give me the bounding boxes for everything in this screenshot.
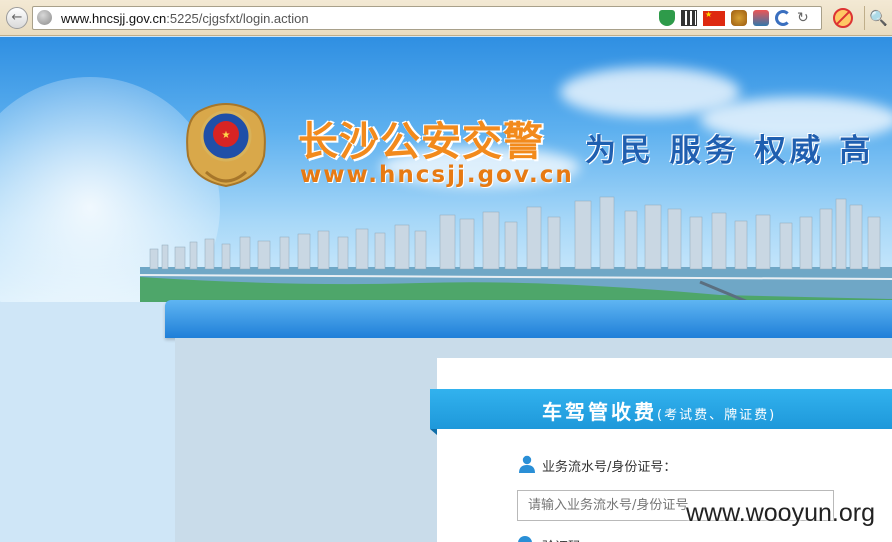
panel-title: 车驾管收费(考试费、牌证费): [542, 396, 776, 425]
panel-subtitle: (考试费、牌证费): [657, 408, 777, 423]
back-icon[interactable]: ←: [6, 7, 28, 29]
police-emblem: ★: [186, 102, 266, 188]
search-icon[interactable]: 🔍: [864, 6, 892, 30]
svg-text:★: ★: [222, 130, 231, 141]
reload-icon[interactable]: ↻: [797, 10, 813, 26]
globe-icon: [37, 10, 52, 25]
watermark: www.wooyun.org: [686, 499, 875, 527]
browser-toolbar: ← www.hncsjj.gov.cn:5225/cjgsfxt/login.a…: [0, 0, 892, 36]
address-bar-icons: ↻: [659, 10, 813, 26]
site-slogan: 为民 服务 权威 高: [585, 133, 875, 169]
moon-icon[interactable]: [775, 10, 791, 26]
site-title: 长沙公安交警: [298, 118, 544, 165]
qr-code-icon[interactable]: [681, 10, 697, 26]
china-flag-icon[interactable]: [703, 10, 725, 26]
user-icon: [519, 455, 535, 473]
serial-id-label: 业务流水号/身份证号：: [542, 460, 677, 475]
url-host: www.hncsjj.gov.cn: [61, 11, 167, 26]
panel-title-text: 车驾管收费: [542, 400, 657, 424]
dragon-icon[interactable]: [731, 10, 747, 26]
main-nav-bar: [165, 300, 892, 338]
site-url: www.hncsjj.gov.cn: [300, 162, 574, 188]
city-skyline: [139, 196, 892, 302]
captcha-label: 验证码: [542, 536, 581, 542]
java-icon[interactable]: [753, 10, 769, 26]
block-icon[interactable]: [833, 8, 853, 28]
site-banner: ★ 长沙公安交警 www.hncsjj.gov.cn 为民 服务 权威 高: [0, 37, 892, 302]
shield-icon[interactable]: [659, 10, 675, 26]
url-path: :5225/cjgsfxt/login.action: [166, 11, 309, 26]
panel-header: 车驾管收费(考试费、牌证费): [430, 389, 892, 435]
url-text[interactable]: www.hncsjj.gov.cn:5225/cjgsfxt/login.act…: [61, 11, 309, 26]
address-bar[interactable]: www.hncsjj.gov.cn:5225/cjgsfxt/login.act…: [32, 6, 822, 30]
